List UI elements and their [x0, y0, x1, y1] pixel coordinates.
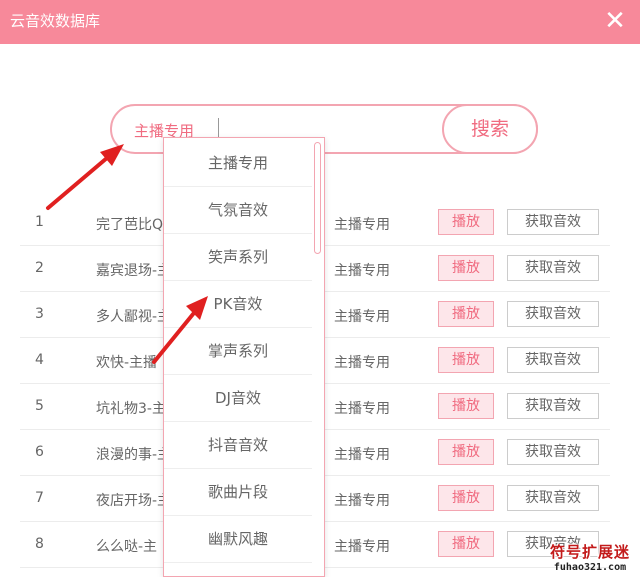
row-number: 5 [35, 398, 44, 414]
play-button[interactable]: 播放 [438, 301, 494, 327]
sound-category: 主播专用 [334, 401, 390, 417]
watermark-brand: 符号扩展迷 [549, 543, 630, 561]
close-icon[interactable]: ✕ [600, 6, 630, 36]
dropdown-option[interactable]: 气氛音效 [164, 187, 312, 234]
dropdown-option[interactable]: 歌曲片段 [164, 469, 312, 516]
row-number: 7 [35, 490, 44, 506]
sound-category: 主播专用 [334, 263, 390, 279]
play-button[interactable]: 播放 [438, 485, 494, 511]
play-button[interactable]: 播放 [438, 347, 494, 373]
dropdown-option[interactable]: 主播专用 [164, 140, 312, 187]
row-number: 6 [35, 444, 44, 460]
play-button[interactable]: 播放 [438, 255, 494, 281]
get-sound-button[interactable]: 获取音效 [507, 393, 599, 419]
dropdown-option[interactable]: 笑声系列 [164, 234, 312, 281]
row-number: 2 [35, 260, 44, 276]
annotation-arrow-icon [46, 144, 124, 210]
row-number: 1 [35, 214, 44, 230]
watermark: 符号扩展迷 fuhao321.com [550, 541, 630, 573]
get-sound-button[interactable]: 获取音效 [507, 485, 599, 511]
annotation-arrow-icon [152, 296, 208, 364]
dropdown-option[interactable]: DJ音效 [164, 375, 312, 422]
row-number: 8 [35, 536, 44, 552]
get-sound-button[interactable]: 获取音效 [507, 439, 599, 465]
get-sound-button[interactable]: 获取音效 [507, 255, 599, 281]
dropdown-option[interactable]: 抖音音效 [164, 422, 312, 469]
play-button[interactable]: 播放 [438, 439, 494, 465]
sound-category: 主播专用 [334, 217, 390, 233]
sound-category: 主播专用 [334, 309, 390, 325]
get-sound-button[interactable]: 获取音效 [507, 347, 599, 373]
get-sound-button[interactable]: 获取音效 [507, 301, 599, 327]
play-button[interactable]: 播放 [438, 209, 494, 235]
play-button[interactable]: 播放 [438, 393, 494, 419]
dropdown-scrollbar[interactable] [314, 142, 321, 254]
window-title: 云音效数据库 [10, 12, 101, 30]
sound-category: 主播专用 [334, 493, 390, 509]
dropdown-option[interactable]: 幽默风趣 [164, 516, 312, 563]
title-bar: 云音效数据库 ✕ [0, 0, 640, 44]
play-button[interactable]: 播放 [438, 531, 494, 557]
row-number: 3 [35, 306, 44, 322]
sound-category: 主播专用 [334, 355, 390, 371]
watermark-domain: fuhao321.com [553, 562, 627, 573]
get-sound-button[interactable]: 获取音效 [507, 209, 599, 235]
sound-category: 主播专用 [334, 447, 390, 463]
sound-category: 主播专用 [334, 539, 390, 555]
row-number: 4 [35, 352, 44, 368]
search-button[interactable]: 搜索 [442, 104, 538, 154]
